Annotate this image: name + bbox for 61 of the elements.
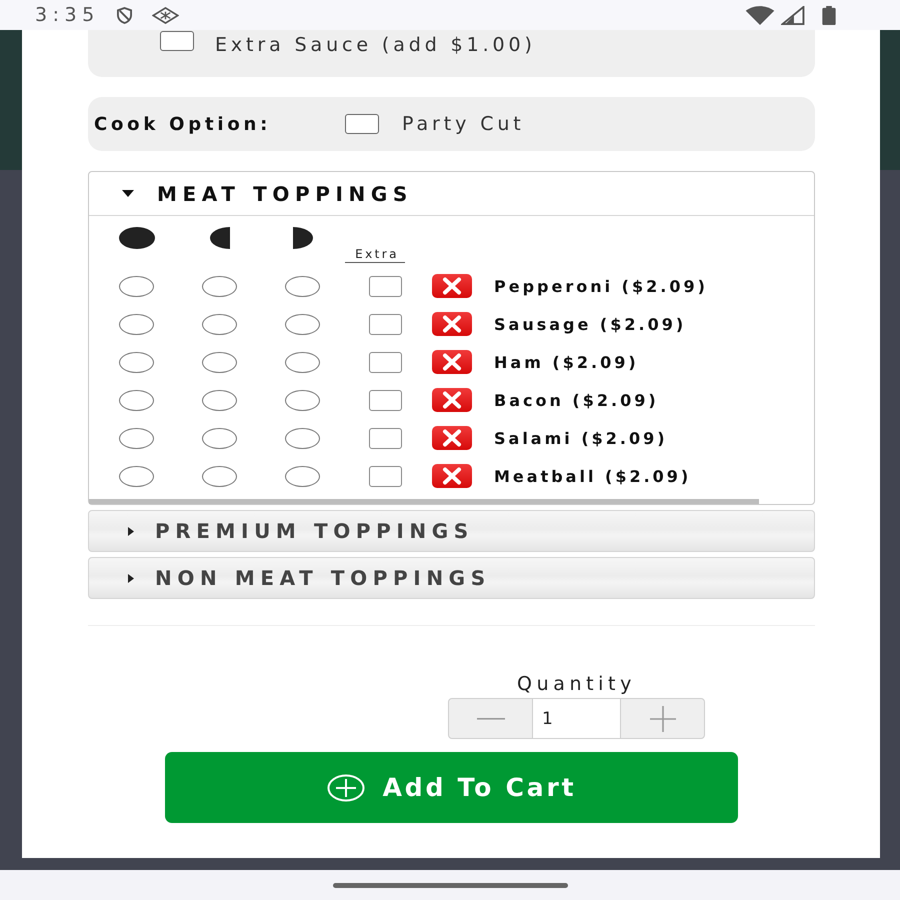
plus-icon [650,706,676,732]
x-mark-icon[interactable] [432,426,472,450]
radio-button[interactable] [119,428,154,448]
checkbox[interactable] [368,276,402,296]
radio-button[interactable] [202,428,237,448]
caret-right-icon [128,574,134,582]
battery-icon [822,6,836,24]
minus-icon [476,718,504,720]
radio-button[interactable] [119,352,154,372]
diamond-icon [152,6,179,24]
radio-button[interactable] [285,276,320,296]
signal-icon [781,6,805,24]
radio-button[interactable] [202,390,237,410]
caret-down-icon [122,190,134,197]
section-header[interactable]: NON MEAT TOPPINGS [88,557,815,599]
wifi-icon [745,6,775,24]
add-to-cart-button[interactable]: Add To Cart [165,752,738,823]
checkbox[interactable] [160,31,194,51]
full-circle-icon [118,227,154,249]
status-time: 3:35 [35,4,100,26]
column-label: Extra [345,247,405,263]
radio-button[interactable] [285,466,320,486]
radio-button[interactable] [119,466,154,486]
field-label: Quantity [517,673,636,695]
checkbox[interactable] [345,114,379,134]
radio-button[interactable] [202,466,237,486]
section-header[interactable]: PREMIUM TOPPINGS [88,510,815,552]
checkbox[interactable] [368,352,402,372]
radio-button[interactable] [119,276,154,296]
x-mark-icon[interactable] [432,350,472,374]
field-label: Cook Option: [94,114,272,134]
topping-name: Salami ($2.09) [493,428,669,448]
x-mark-icon[interactable] [432,388,472,412]
topping-name: Sausage ($2.09) [493,314,688,334]
radio-button[interactable] [119,314,154,334]
radio-button[interactable] [285,428,320,448]
shield-icon [116,6,132,24]
x-mark-icon[interactable] [432,274,472,298]
x-mark-icon[interactable] [432,464,472,488]
radio-button[interactable] [285,314,320,334]
topping-name: Meatball ($2.09) [493,466,692,486]
topping-name: Ham ($2.09) [493,352,640,372]
radio-button[interactable] [285,390,320,410]
topping-name: Pepperoni ($2.09) [493,276,709,296]
checkbox[interactable] [368,390,402,410]
caret-right-icon [128,526,134,536]
radio-button[interactable] [119,390,154,410]
quantity-field[interactable]: 1 [533,698,620,739]
radio-button[interactable] [202,352,237,372]
checkbox-label: Extra Sauce (add $1.00) [215,33,536,57]
checkbox[interactable] [368,466,402,486]
radio-button[interactable] [285,352,320,372]
radio-button[interactable] [202,276,237,296]
checkbox[interactable] [368,428,402,448]
topping-name: Bacon ($2.09) [493,390,660,410]
x-mark-icon[interactable] [432,312,472,336]
radio-button[interactable] [202,314,237,334]
circle-plus-icon [326,774,365,802]
checkbox-label: Party Cut [402,112,525,136]
checkbox[interactable] [368,314,402,334]
gesture-handle[interactable] [332,883,568,888]
